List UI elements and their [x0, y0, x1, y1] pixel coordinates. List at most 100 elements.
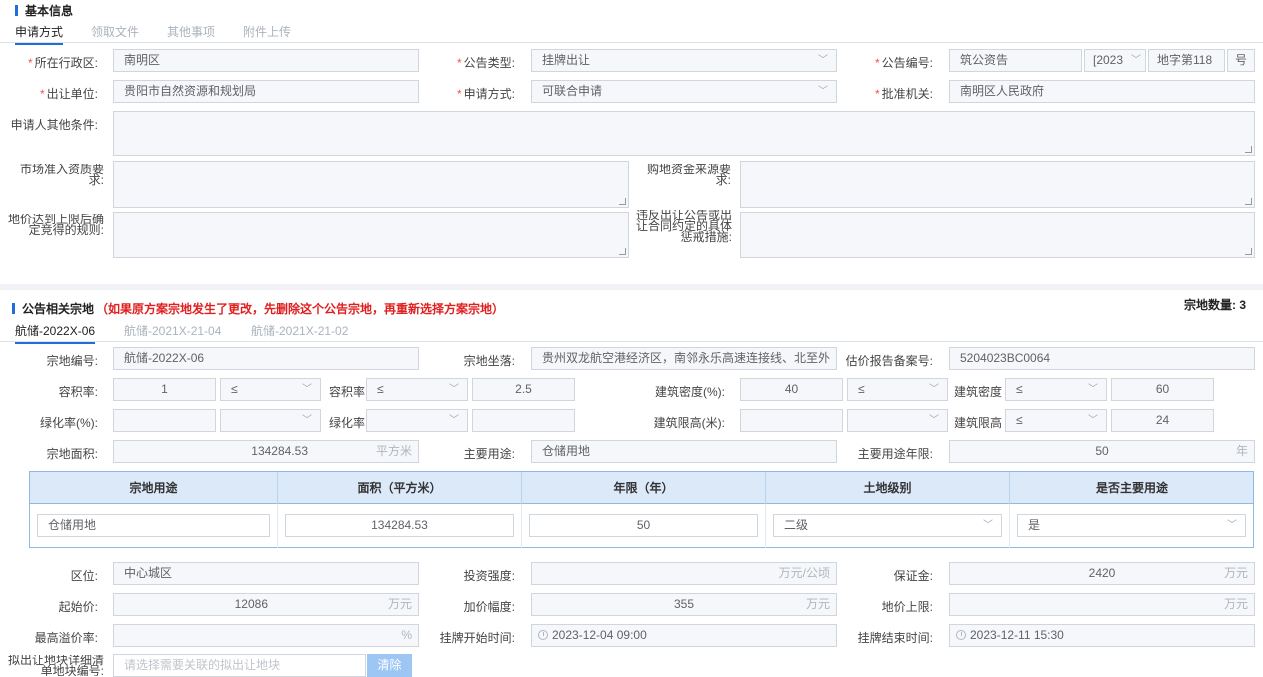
- increment-label: 加价幅度:: [463, 600, 515, 614]
- height-label: 建筑限高(米):: [653, 416, 725, 430]
- tab-parcel-2[interactable]: 航储-2021X-21-04: [124, 322, 221, 339]
- chevron-down-icon: ﹀: [929, 415, 939, 426]
- density-label: 建筑密度(%):: [655, 385, 725, 399]
- density-op1-select[interactable]: ≤ ﹀: [847, 378, 948, 401]
- far-max-field[interactable]: 2.5: [472, 378, 575, 401]
- max-premium-field[interactable]: %: [113, 624, 419, 647]
- start-time-picker[interactable]: 2023-12-04 09:00: [531, 624, 837, 647]
- clear-button[interactable]: 清除: [367, 654, 412, 677]
- tab-parcel-3[interactable]: 航储-2021X-21-02: [251, 322, 348, 339]
- tab-apply-method[interactable]: 申请方式: [15, 23, 64, 45]
- chevron-down-icon: ﹀: [302, 384, 312, 395]
- main-use-years-label: 主要用途年限:: [857, 447, 933, 461]
- table-header: 宗地用途 面积（平方米） 年限（年） 土地级别 是否主要用途: [30, 472, 1253, 504]
- green-op1-select[interactable]: ﹀: [220, 409, 321, 432]
- far-label-2: 容积率: [328, 385, 365, 399]
- apply-method-label: * 申请方式:: [456, 87, 515, 101]
- fund-source-textarea[interactable]: [740, 161, 1255, 208]
- end-time-picker[interactable]: 2023-12-11 15:30: [949, 624, 1255, 647]
- main-use-years-field[interactable]: 50 年: [949, 440, 1255, 463]
- tab-attachment-upload[interactable]: 附件上传: [243, 23, 291, 40]
- tab-parcel-1[interactable]: 航储-2022X-06: [15, 322, 96, 344]
- parcel-tabs: 航储-2022X-06 航储-2021X-21-04 航储-2021X-21-0…: [0, 320, 1263, 344]
- fund-source-label: 购地资金来源要求:: [646, 164, 731, 187]
- clock-icon: [538, 630, 548, 640]
- market-access-textarea[interactable]: [113, 161, 629, 208]
- notice-number-field[interactable]: 地字第118: [1148, 49, 1225, 72]
- chevron-down-icon: ﹀: [929, 384, 939, 395]
- parcel-no-field[interactable]: 航储-2022X-06: [113, 347, 419, 370]
- table-header-cell: 宗地用途: [30, 472, 278, 504]
- notice-type-select[interactable]: 挂牌出让 ﹀: [531, 49, 837, 72]
- other-conditions-label: 申请人其他条件:: [10, 118, 98, 132]
- chevron-down-icon: ﹀: [1227, 520, 1237, 531]
- violation-label: 违反出让公告或出让合同约定的具体惩戒措施:: [635, 210, 732, 244]
- far-min-field[interactable]: 1: [113, 378, 216, 401]
- far-label: 容积率:: [58, 385, 98, 399]
- table-is-main-select[interactable]: 是 ﹀: [1017, 514, 1246, 537]
- density-max-field[interactable]: 60: [1111, 378, 1214, 401]
- appraisal-no-label: 估价报告备案号:: [845, 354, 933, 368]
- parcel-no-label: 宗地编号:: [46, 354, 98, 368]
- parcel-warning: （如果原方案宗地发生了更改，先删除这个公告宗地，再重新选择方案宗地）: [96, 302, 505, 316]
- far-op1-select[interactable]: ≤ ﹀: [220, 378, 321, 401]
- appraisal-no-field[interactable]: 5204023BC0064: [949, 347, 1255, 370]
- chevron-down-icon: ﹀: [302, 415, 312, 426]
- approver-field[interactable]: 南明区人民政府: [949, 80, 1255, 103]
- price-cap-field[interactable]: 万元: [949, 593, 1255, 616]
- apply-method-select[interactable]: 可联合申请 ﹀: [531, 80, 837, 103]
- chevron-down-icon: ﹀: [818, 55, 828, 66]
- far-op2-select[interactable]: ≤ ﹀: [366, 378, 468, 401]
- max-premium-label: 最高溢价率:: [34, 631, 98, 645]
- density-min-field[interactable]: 40: [740, 378, 843, 401]
- approver-label: * 批准机关:: [874, 87, 933, 101]
- height-min-field[interactable]: [740, 409, 843, 432]
- increment-field[interactable]: 355 万元: [531, 593, 837, 616]
- tab-get-files[interactable]: 领取文件: [91, 23, 139, 40]
- start-price-field[interactable]: 12086 万元: [113, 593, 419, 616]
- chevron-down-icon: ﹀: [1088, 384, 1098, 395]
- area-field[interactable]: 134284.53 平方米: [113, 440, 419, 463]
- deposit-field[interactable]: 2420 万元: [949, 562, 1255, 585]
- start-price-label: 起始价:: [58, 600, 98, 614]
- notice-suffix: 号: [1227, 49, 1255, 72]
- related-parcel-label: 拟出让地块详细清单地块编号:: [7, 655, 104, 676]
- chevron-down-icon: ﹀: [818, 86, 828, 97]
- violation-textarea[interactable]: [740, 212, 1255, 258]
- parcel-count: 宗地数量: 3: [1184, 298, 1247, 312]
- green-max-field[interactable]: [472, 409, 575, 432]
- main-use-field[interactable]: 仓储用地: [531, 440, 837, 463]
- table-years-field[interactable]: 50: [529, 514, 758, 537]
- seller-field[interactable]: 贵阳市自然资源和规划局: [113, 80, 419, 103]
- district-field[interactable]: 南明区: [113, 49, 419, 72]
- related-parcel-select[interactable]: 请选择需要关联的拟出让地块: [113, 654, 366, 677]
- clock-icon: [956, 630, 966, 640]
- zone-field[interactable]: 中心城区: [113, 562, 419, 585]
- price-cap-label: 地价上限:: [881, 600, 933, 614]
- location-field[interactable]: 贵州双龙航空港经济区，南邻永乐高速连接线、北至外: [531, 347, 837, 370]
- density-label-2: 建筑密度: [953, 385, 1002, 399]
- table-grade-select[interactable]: 二级 ﹀: [773, 514, 1002, 537]
- invest-label: 投资强度:: [463, 569, 515, 583]
- green-min-field[interactable]: [113, 409, 216, 432]
- table-use-field[interactable]: 仓储用地: [37, 514, 270, 537]
- height-op2-select[interactable]: ≤ ﹀: [1005, 409, 1107, 432]
- height-max-field[interactable]: 24: [1111, 409, 1214, 432]
- land-use-table: 宗地用途 面积（平方米） 年限（年） 土地级别 是否主要用途 仓储用地 1342…: [29, 471, 1254, 548]
- invest-field[interactable]: 万元/公顷: [531, 562, 837, 585]
- other-conditions-textarea[interactable]: [113, 111, 1255, 156]
- parcel-section-title: 公告相关宗地 （如果原方案宗地发生了更改，先删除这个公告宗地，再重新选择方案宗地）: [12, 300, 504, 317]
- green-op2-select[interactable]: ﹀: [366, 409, 468, 432]
- notice-prefix-field[interactable]: 筑公资告: [949, 49, 1082, 72]
- notice-year-select[interactable]: [2023 ﹀: [1084, 49, 1146, 72]
- table-area-field[interactable]: 134284.53: [285, 514, 514, 537]
- density-op2-select[interactable]: ≤ ﹀: [1005, 378, 1107, 401]
- green-label: 绿化率(%):: [40, 416, 98, 430]
- table-header-cell: 是否主要用途: [1095, 481, 1168, 495]
- chevron-down-icon: ﹀: [983, 520, 993, 531]
- height-op1-select[interactable]: ﹀: [847, 409, 948, 432]
- location-label: 宗地坐落:: [463, 354, 515, 368]
- section-marker: [15, 5, 18, 16]
- tab-other-matters[interactable]: 其他事项: [167, 23, 215, 40]
- price-limit-rule-textarea[interactable]: [113, 212, 629, 258]
